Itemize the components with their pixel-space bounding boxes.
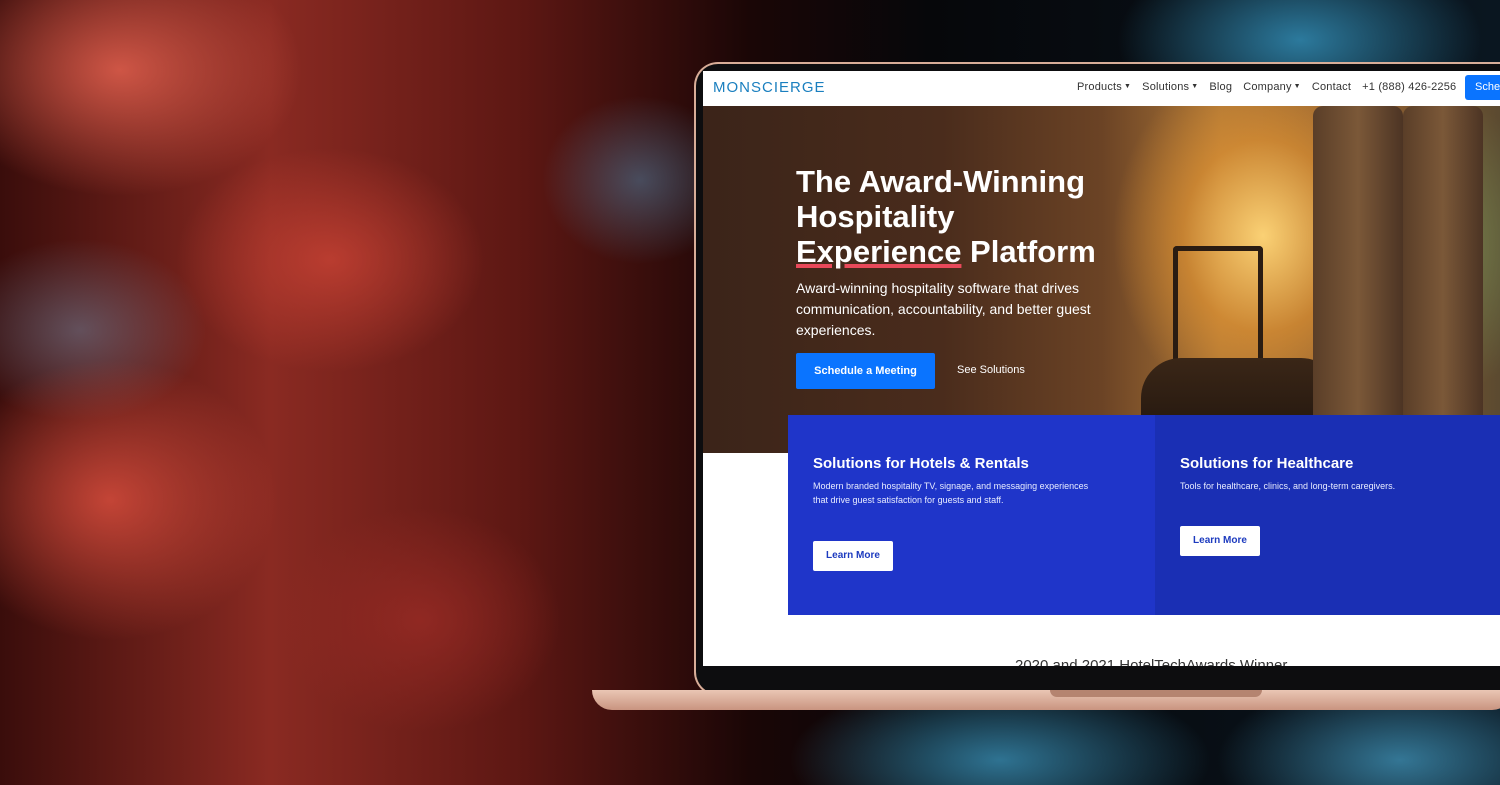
traveler-leg-image	[1403, 106, 1483, 451]
caret-down-icon: ▼	[1124, 83, 1132, 90]
card-title: Solutions for Hotels & Rentals	[813, 455, 1029, 472]
logo[interactable]: MONSCIERGE	[713, 79, 826, 96]
see-solutions-link[interactable]: See Solutions	[957, 364, 1025, 376]
hero-title-line: Hospitality	[796, 199, 955, 234]
solutions-cards: Solutions for Hotels & Rentals Modern br…	[788, 415, 1500, 615]
card-healthcare: Solutions for Healthcare Tools for healt…	[1155, 415, 1500, 615]
hero-title: The Award-Winning Hospitality Experience…	[796, 164, 1136, 269]
nav-item-solutions[interactable]: Solutions ▼	[1142, 81, 1198, 93]
hero-subtitle: Award-winning hospitality software that …	[796, 280, 1091, 338]
card-hotels: Solutions for Hotels & Rentals Modern br…	[788, 415, 1155, 615]
hero-section: The Award-Winning Hospitality Experience…	[703, 106, 1500, 458]
hero-title-emphasis: Experience	[796, 234, 962, 269]
nav-menu: Products ▼ Solutions ▼ Blog Company ▼ Conta…	[1077, 81, 1456, 93]
nav-item-label: Solutions	[1142, 81, 1190, 93]
card-body: Modern branded hospitality TV, signage, …	[813, 481, 1089, 505]
nav-item-label: Contact	[1311, 81, 1352, 93]
awards-heading: 2020 and 2021 HotelTechAwards Winner	[1015, 657, 1288, 666]
learn-more-button[interactable]: Learn More	[1180, 526, 1260, 556]
nav-item-company[interactable]: Company ▼	[1243, 81, 1301, 93]
nav-item-products[interactable]: Products ▼	[1077, 81, 1131, 93]
schedule-meeting-button[interactable]: Schedule a Meeting	[796, 353, 935, 389]
card-title: Solutions for Healthcare	[1180, 455, 1354, 472]
nav-item-label: Products	[1077, 81, 1123, 93]
hero-title-line: Experience Platform	[796, 234, 1136, 269]
nav-item-contact[interactable]: Contact	[1312, 81, 1351, 93]
nav-item-blog[interactable]: Blog	[1209, 81, 1232, 93]
traveler-leg-image	[1313, 106, 1403, 451]
nav-item-label: Company	[1243, 81, 1292, 93]
hero-title-rest: Platform	[961, 234, 1096, 269]
caret-down-icon: ▼	[1293, 83, 1301, 90]
nav-phone-link[interactable]: +1 (888) 426-2256	[1362, 81, 1456, 93]
laptop-base	[592, 690, 1500, 710]
top-navbar: MONSCIERGE Products ▼ Solutions ▼ Blog Com…	[703, 71, 1500, 107]
hero-title-line: The Award-Winning	[796, 164, 1086, 199]
laptop-hinge-notch	[1050, 690, 1262, 697]
card-body: Tools for healthcare, clinics, and long-…	[1180, 481, 1396, 491]
nav-item-label: Blog	[1209, 81, 1233, 93]
caret-down-icon: ▼	[1191, 83, 1199, 90]
laptop-screen: MONSCIERGE Products ▼ Solutions ▼ Blog Com…	[703, 71, 1500, 666]
phone-number: +1 (888) 426-2256	[1362, 81, 1457, 93]
suitcase-handle	[1173, 246, 1263, 371]
nav-schedule-button[interactable]: Sche	[1465, 75, 1500, 100]
learn-more-button[interactable]: Learn More	[813, 541, 893, 571]
